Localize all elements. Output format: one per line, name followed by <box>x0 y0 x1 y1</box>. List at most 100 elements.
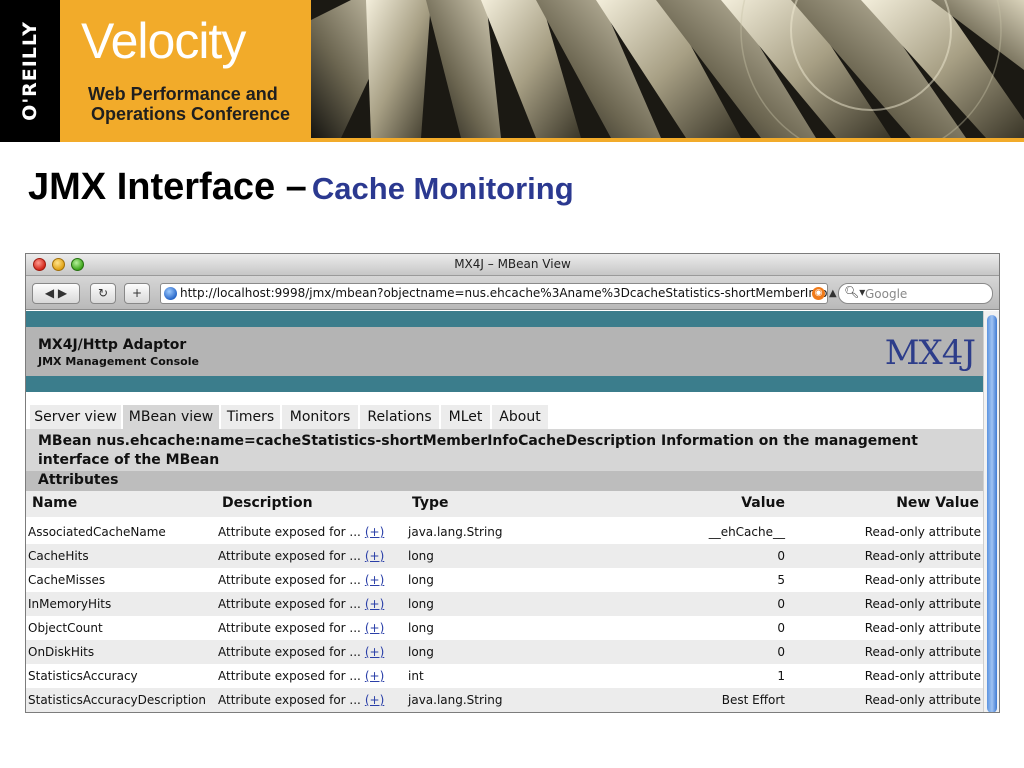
attribute-new-value: Read-only attribute <box>864 621 981 635</box>
mx4j-header: MX4J/Http Adaptor JMX Management Console… <box>26 311 983 392</box>
attribute-type: long <box>408 621 434 635</box>
back-forward-button[interactable]: ◀ ▶ <box>32 283 80 304</box>
conference-name: Velocity <box>81 13 246 69</box>
header-bottom-band <box>26 376 983 392</box>
tagline-line-1: Web Performance and <box>88 84 278 104</box>
attribute-new-value: Read-only attribute <box>864 645 981 659</box>
description-text: Attribute exposed for ... <box>218 645 361 659</box>
search-placeholder: Google <box>865 287 908 301</box>
vertical-scrollbar[interactable] <box>983 311 999 712</box>
attribute-value: 0 <box>777 549 785 563</box>
mx4j-logo: MX4J <box>884 333 976 373</box>
attribute-description: Attribute exposed for ... (+) <box>218 693 384 707</box>
table-row: CacheHits Attribute exposed for ... (+) l… <box>26 544 983 568</box>
scrollbar-thumb[interactable] <box>987 315 997 712</box>
rss-icon[interactable]: ◉ <box>812 287 825 300</box>
reload-button[interactable]: ↻ <box>90 283 116 304</box>
attribute-name: InMemoryHits <box>28 597 112 611</box>
attributes-heading: Attributes <box>26 471 983 491</box>
tab-mbean-view[interactable]: MBean view <box>123 405 219 429</box>
attribute-description: Attribute exposed for ... (+) <box>218 597 384 611</box>
attribute-name: CacheMisses <box>28 573 106 587</box>
attribute-type: long <box>408 645 434 659</box>
attribute-new-value: Read-only attribute <box>864 549 981 563</box>
description-text: Attribute exposed for ... <box>218 621 361 635</box>
tab-server-view[interactable]: Server view <box>30 405 121 429</box>
attribute-description: Attribute exposed for ... (+) <box>218 549 384 563</box>
attribute-new-value: Read-only attribute <box>864 669 981 683</box>
expand-description-link[interactable]: (+) <box>365 645 384 659</box>
tab-relations[interactable]: Relations <box>360 405 439 429</box>
description-text: Attribute exposed for ... <box>218 669 361 683</box>
publisher-strip: O'REILLY <box>0 0 60 142</box>
attribute-type: long <box>408 573 434 587</box>
description-text: Attribute exposed for ... <box>218 693 361 707</box>
attribute-name: CacheHits <box>28 549 89 563</box>
attribute-name: StatisticsAccuracyDescription <box>28 693 206 707</box>
column-type: Type <box>412 495 449 511</box>
address-dropdown-icon[interactable]: ▲ <box>829 288 837 299</box>
attribute-name: AssociatedCacheName <box>28 525 166 539</box>
attribute-value: 0 <box>777 621 785 635</box>
expand-description-link[interactable]: (+) <box>365 693 384 707</box>
search-icon[interactable]: 🔍︎▾ <box>844 285 865 299</box>
tab-monitors[interactable]: Monitors <box>282 405 358 429</box>
attribute-description: Attribute exposed for ... (+) <box>218 621 384 635</box>
table-row: CacheMisses Attribute exposed for ... (+)… <box>26 568 983 592</box>
attribute-new-value: Read-only attribute <box>864 693 981 707</box>
attribute-value: Best Effort <box>721 693 785 707</box>
table-row: StatisticsAccuracyDescription Attribute … <box>26 688 983 712</box>
expand-description-link[interactable]: (+) <box>365 573 384 587</box>
tagline-line-2: Operations Conference <box>91 104 291 124</box>
address-bar[interactable]: http://localhost:9998/jmx/mbean?objectna… <box>160 283 828 304</box>
slide-title: JMX Interface – Cache Monitoring <box>28 166 574 209</box>
column-value: Value <box>741 495 785 511</box>
slide-banner: O'REILLY Velocity Web Performance and Op… <box>0 0 1024 142</box>
column-name: Name <box>32 495 78 511</box>
attribute-description: Attribute exposed for ... (+) <box>218 645 384 659</box>
window-title: MX4J – MBean View <box>454 257 571 271</box>
globe-icon <box>164 287 177 300</box>
column-description: Description <box>222 495 313 511</box>
add-bookmark-button[interactable]: + <box>124 283 150 304</box>
attribute-value: __ehCache__ <box>708 525 785 539</box>
column-new-value: New Value <box>896 495 979 511</box>
publisher-logo: O'REILLY <box>19 21 41 121</box>
header-subtitle: JMX Management Console <box>38 355 199 368</box>
expand-description-link[interactable]: (+) <box>365 669 384 683</box>
attribute-value: 5 <box>777 573 785 587</box>
attribute-new-value: Read-only attribute <box>864 573 981 587</box>
attribute-value: 0 <box>777 645 785 659</box>
address-bar-url[interactable]: http://localhost:9998/jmx/mbean?objectna… <box>180 286 827 300</box>
attribute-name: OnDiskHits <box>28 645 95 659</box>
attributes-label: Attributes <box>38 472 119 488</box>
table-row: AssociatedCacheName Attribute exposed fo… <box>26 520 983 544</box>
expand-description-link[interactable]: (+) <box>365 525 384 539</box>
attribute-description: Attribute exposed for ... (+) <box>218 525 384 539</box>
page-content: MX4J/Http Adaptor JMX Management Console… <box>26 311 983 712</box>
attribute-type: int <box>408 669 424 683</box>
header-top-band <box>26 311 983 327</box>
browser-window: MX4J – MBean View ◀ ▶ ↻ + http://localho… <box>25 253 1000 713</box>
tab-timers[interactable]: Timers <box>221 405 280 429</box>
window-titlebar: MX4J – MBean View <box>26 254 999 276</box>
attributes-table-header: Name Description Type Value New Value <box>26 491 983 517</box>
table-row: StatisticsAccuracy Attribute exposed for… <box>26 664 983 688</box>
browser-toolbar: ◀ ▶ ↻ + http://localhost:9998/jmx/mbean?… <box>26 276 999 310</box>
expand-description-link[interactable]: (+) <box>365 597 384 611</box>
tab-mlet[interactable]: MLet <box>441 405 490 429</box>
description-text: Attribute exposed for ... <box>218 597 361 611</box>
slide-title-main: JMX Interface – <box>28 166 307 208</box>
expand-description-link[interactable]: (+) <box>365 621 384 635</box>
turbine-blades-graphic <box>311 0 1024 138</box>
mbean-description-text: MBean nus.ehcache:name=cacheStatistics-s… <box>38 433 918 468</box>
attribute-description: Attribute exposed for ... (+) <box>218 573 384 587</box>
turbine-photo <box>311 0 1024 138</box>
search-field[interactable]: 🔍︎▾ Google <box>838 283 993 304</box>
mbean-description: MBean nus.ehcache:name=cacheStatistics-s… <box>26 429 983 471</box>
table-row: ObjectCount Attribute exposed for ... (+)… <box>26 616 983 640</box>
banner-accent-rule <box>311 138 1024 142</box>
table-row: OnDiskHits Attribute exposed for ... (+) … <box>26 640 983 664</box>
tab-about[interactable]: About <box>492 405 548 429</box>
expand-description-link[interactable]: (+) <box>365 549 384 563</box>
